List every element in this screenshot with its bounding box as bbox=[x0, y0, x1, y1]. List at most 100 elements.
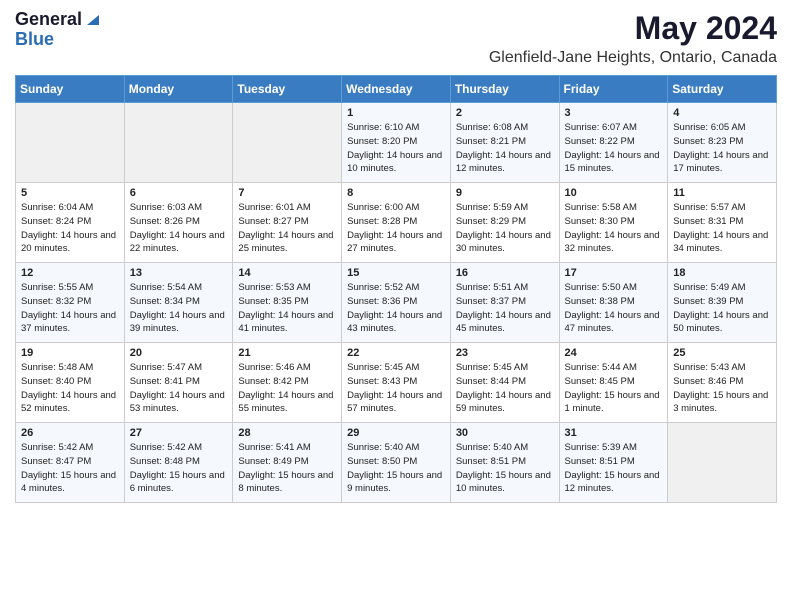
day-info: Sunrise: 5:58 AM Sunset: 8:30 PM Dayligh… bbox=[565, 201, 663, 256]
calendar-cell: 4 Sunrise: 6:05 AM Sunset: 8:23 PM Daylig… bbox=[668, 103, 777, 183]
calendar-cell: 8Sunrise: 6:00 AM Sunset: 8:28 PM Daylig… bbox=[342, 183, 451, 263]
day-number: 10 bbox=[565, 187, 663, 199]
day-number: 16 bbox=[456, 267, 554, 279]
day-number: 7 bbox=[238, 187, 336, 199]
day-info: Sunrise: 5:43 AM Sunset: 8:46 PM Dayligh… bbox=[673, 361, 771, 416]
calendar-cell: 9 Sunrise: 5:59 AM Sunset: 8:29 PM Daylig… bbox=[450, 183, 559, 263]
calendar-cell: 28 Sunrise: 5:41 AM Sunset: 8:49 PM Dayli… bbox=[233, 423, 342, 503]
day-info: Sunrise: 6:00 AM Sunset: 8:28 PM Dayligh… bbox=[347, 201, 445, 256]
day-info: Sunrise: 5:51 AM Sunset: 8:37 PM Dayligh… bbox=[456, 281, 554, 336]
calendar-body: 1 Sunrise: 6:10 AM Sunset: 8:20 PM Daylig… bbox=[16, 103, 777, 503]
day-info: Sunrise: 5:54 AM Sunset: 8:34 PM Dayligh… bbox=[130, 281, 228, 336]
day-info: Sunrise: 5:42 AM Sunset: 8:47 PM Dayligh… bbox=[21, 441, 119, 496]
day-number: 5 bbox=[21, 187, 119, 199]
calendar-cell: 5 Sunrise: 6:04 AM Sunset: 8:24 PM Daylig… bbox=[16, 183, 125, 263]
day-number: 3 bbox=[565, 107, 663, 119]
day-info: Sunrise: 6:01 AM Sunset: 8:27 PM Dayligh… bbox=[238, 201, 336, 256]
day-number: 1 bbox=[347, 107, 445, 119]
calendar-table: SundayMondayTuesdayWednesdayThursdayFrid… bbox=[15, 75, 777, 503]
day-number: 17 bbox=[565, 267, 663, 279]
day-number: 20 bbox=[130, 347, 228, 359]
location-title: Glenfield-Jane Heights, Ontario, Canada bbox=[489, 49, 777, 67]
calendar-cell: 12 Sunrise: 5:55 AM Sunset: 8:32 PM Dayli… bbox=[16, 263, 125, 343]
day-info: Sunrise: 5:53 AM Sunset: 8:35 PM Dayligh… bbox=[238, 281, 336, 336]
day-info: Sunrise: 5:52 AM Sunset: 8:36 PM Dayligh… bbox=[347, 281, 445, 336]
day-number: 6 bbox=[130, 187, 228, 199]
day-info: Sunrise: 5:46 AM Sunset: 8:42 PM Dayligh… bbox=[238, 361, 336, 416]
day-number: 24 bbox=[565, 347, 663, 359]
day-number: 26 bbox=[21, 427, 119, 439]
day-number: 19 bbox=[21, 347, 119, 359]
day-number: 31 bbox=[565, 427, 663, 439]
day-info: Sunrise: 5:49 AM Sunset: 8:39 PM Dayligh… bbox=[673, 281, 771, 336]
header-day-wednesday: Wednesday bbox=[342, 76, 451, 103]
day-info: Sunrise: 6:10 AM Sunset: 8:20 PM Dayligh… bbox=[347, 121, 445, 176]
calendar-cell: 3Sunrise: 6:07 AM Sunset: 8:22 PM Daylig… bbox=[559, 103, 668, 183]
day-number: 22 bbox=[347, 347, 445, 359]
logo: General Blue bbox=[15, 10, 99, 50]
day-number: 23 bbox=[456, 347, 554, 359]
day-info: Sunrise: 5:50 AM Sunset: 8:38 PM Dayligh… bbox=[565, 281, 663, 336]
calendar-cell: 18 Sunrise: 5:49 AM Sunset: 8:39 PM Dayli… bbox=[668, 263, 777, 343]
day-number: 18 bbox=[673, 267, 771, 279]
day-info: Sunrise: 6:05 AM Sunset: 8:23 PM Dayligh… bbox=[673, 121, 771, 176]
day-number: 4 bbox=[673, 107, 771, 119]
calendar-cell: 25 Sunrise: 5:43 AM Sunset: 8:46 PM Dayli… bbox=[668, 343, 777, 423]
calendar-cell: 23Sunrise: 5:45 AM Sunset: 8:44 PM Dayli… bbox=[450, 343, 559, 423]
calendar-cell: 2 Sunrise: 6:08 AM Sunset: 8:21 PM Daylig… bbox=[450, 103, 559, 183]
calendar-cell: 13 Sunrise: 5:54 AM Sunset: 8:34 PM Dayli… bbox=[124, 263, 233, 343]
day-number: 12 bbox=[21, 267, 119, 279]
week-row-1: 1 Sunrise: 6:10 AM Sunset: 8:20 PM Daylig… bbox=[16, 103, 777, 183]
header-day-sunday: Sunday bbox=[16, 76, 125, 103]
day-number: 2 bbox=[456, 107, 554, 119]
day-info: Sunrise: 6:03 AM Sunset: 8:26 PM Dayligh… bbox=[130, 201, 228, 256]
day-number: 28 bbox=[238, 427, 336, 439]
page-header: General Blue May 2024 Glenfield-Jane Hei… bbox=[15, 10, 777, 67]
day-number: 9 bbox=[456, 187, 554, 199]
day-info: Sunrise: 6:04 AM Sunset: 8:24 PM Dayligh… bbox=[21, 201, 119, 256]
day-info: Sunrise: 5:44 AM Sunset: 8:45 PM Dayligh… bbox=[565, 361, 663, 416]
day-info: Sunrise: 5:48 AM Sunset: 8:40 PM Dayligh… bbox=[21, 361, 119, 416]
logo-triangle-icon bbox=[83, 11, 99, 27]
header-day-friday: Friday bbox=[559, 76, 668, 103]
logo-blue: Blue bbox=[15, 30, 54, 50]
day-info: Sunrise: 5:39 AM Sunset: 8:51 PM Dayligh… bbox=[565, 441, 663, 496]
day-number: 29 bbox=[347, 427, 445, 439]
day-number: 21 bbox=[238, 347, 336, 359]
calendar-cell: 26 Sunrise: 5:42 AM Sunset: 8:47 PM Dayli… bbox=[16, 423, 125, 503]
week-row-2: 5 Sunrise: 6:04 AM Sunset: 8:24 PM Daylig… bbox=[16, 183, 777, 263]
day-number: 13 bbox=[130, 267, 228, 279]
day-info: Sunrise: 5:41 AM Sunset: 8:49 PM Dayligh… bbox=[238, 441, 336, 496]
calendar-cell: 22 Sunrise: 5:45 AM Sunset: 8:43 PM Dayli… bbox=[342, 343, 451, 423]
day-number: 30 bbox=[456, 427, 554, 439]
day-info: Sunrise: 5:45 AM Sunset: 8:43 PM Dayligh… bbox=[347, 361, 445, 416]
calendar-cell: 15Sunrise: 5:52 AM Sunset: 8:36 PM Dayli… bbox=[342, 263, 451, 343]
calendar-cell: 29 Sunrise: 5:40 AM Sunset: 8:50 PM Dayli… bbox=[342, 423, 451, 503]
calendar-cell: 19 Sunrise: 5:48 AM Sunset: 8:40 PM Dayli… bbox=[16, 343, 125, 423]
calendar-cell: 6 Sunrise: 6:03 AM Sunset: 8:26 PM Daylig… bbox=[124, 183, 233, 263]
header-day-tuesday: Tuesday bbox=[233, 76, 342, 103]
day-info: Sunrise: 5:47 AM Sunset: 8:41 PM Dayligh… bbox=[130, 361, 228, 416]
day-info: Sunrise: 6:08 AM Sunset: 8:21 PM Dayligh… bbox=[456, 121, 554, 176]
header-day-saturday: Saturday bbox=[668, 76, 777, 103]
day-info: Sunrise: 5:40 AM Sunset: 8:50 PM Dayligh… bbox=[347, 441, 445, 496]
day-info: Sunrise: 5:59 AM Sunset: 8:29 PM Dayligh… bbox=[456, 201, 554, 256]
week-row-4: 19 Sunrise: 5:48 AM Sunset: 8:40 PM Dayli… bbox=[16, 343, 777, 423]
calendar-cell bbox=[16, 103, 125, 183]
calendar-cell: 10 Sunrise: 5:58 AM Sunset: 8:30 PM Dayli… bbox=[559, 183, 668, 263]
calendar-cell: 14 Sunrise: 5:53 AM Sunset: 8:35 PM Dayli… bbox=[233, 263, 342, 343]
header-day-monday: Monday bbox=[124, 76, 233, 103]
day-number: 25 bbox=[673, 347, 771, 359]
day-info: Sunrise: 5:40 AM Sunset: 8:51 PM Dayligh… bbox=[456, 441, 554, 496]
calendar-cell: 30 Sunrise: 5:40 AM Sunset: 8:51 PM Dayli… bbox=[450, 423, 559, 503]
day-number: 11 bbox=[673, 187, 771, 199]
day-number: 27 bbox=[130, 427, 228, 439]
month-title: May 2024 bbox=[489, 10, 777, 47]
day-info: Sunrise: 5:55 AM Sunset: 8:32 PM Dayligh… bbox=[21, 281, 119, 336]
day-number: 14 bbox=[238, 267, 336, 279]
header-day-thursday: Thursday bbox=[450, 76, 559, 103]
header-row: SundayMondayTuesdayWednesdayThursdayFrid… bbox=[16, 76, 777, 103]
calendar-cell bbox=[233, 103, 342, 183]
week-row-5: 26 Sunrise: 5:42 AM Sunset: 8:47 PM Dayli… bbox=[16, 423, 777, 503]
calendar-header: SundayMondayTuesdayWednesdayThursdayFrid… bbox=[16, 76, 777, 103]
